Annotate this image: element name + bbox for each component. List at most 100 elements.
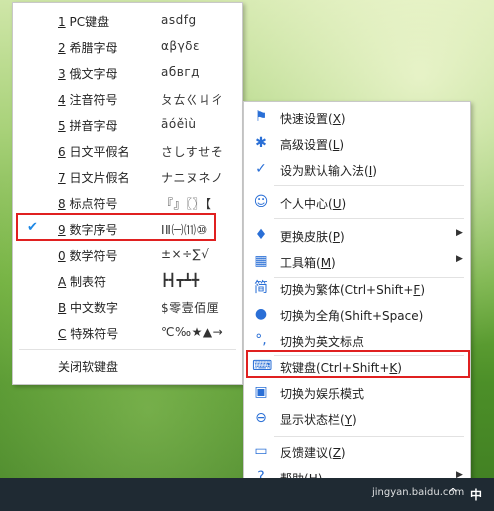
highlight-box-number-sequence <box>16 213 216 241</box>
kb-item-key: 8 <box>58 197 66 211</box>
kb-item-label: 希腊字母 <box>65 41 118 55</box>
kb-item-key: 2 <box>58 41 66 55</box>
menu-item-key: P <box>332 230 340 244</box>
kb-item-chinese-numbers[interactable]: B 中文数字 $零壹佰厘 <box>13 293 242 319</box>
flag-icon: ⚑ <box>254 109 268 125</box>
briefcase-icon: ▣ <box>254 384 268 400</box>
kb-item-sample: ±×÷∑√ <box>161 247 210 261</box>
kb-item-label: 标点符号 <box>65 197 118 211</box>
kb-item-hiragana[interactable]: 6 日文平假名 さしすせそ <box>13 137 242 163</box>
kb-item-zhuyin[interactable]: 4 注音符号 ㄆㄊㄍㄐㄔ <box>13 85 242 111</box>
menu-item-label: 设为默认输入法( <box>280 164 369 178</box>
kb-item-pinyin[interactable]: 5 拼音字母 āóěìù <box>13 111 242 137</box>
kb-item-sample: āóěìù <box>161 117 197 131</box>
kb-item-label: 拼音字母 <box>65 119 118 133</box>
kb-item-label: PC键盘 <box>65 15 110 29</box>
menu-item-entertainment-mode[interactable]: ▣ 切换为娱乐模式 <box>244 379 470 405</box>
menu-item-show-status-bar[interactable]: ⊖ 显示状态栏(Y) <box>244 405 470 431</box>
menu-item-personal-center[interactable]: ☺ 个人中心(U) <box>244 189 470 215</box>
menu-item-tail: ) <box>341 197 347 211</box>
kb-item-katakana[interactable]: 7 日文片假名 ナニヌネノ <box>13 163 242 189</box>
menu-item-label: 切换为娱乐模式 <box>280 387 365 401</box>
menu-item-tail: ) <box>331 256 336 270</box>
menu-item-tail: ) <box>420 283 426 297</box>
user-icon: ☺ <box>253 194 269 210</box>
menu-item-quick-settings[interactable]: ⚑ 快速设置(X) <box>244 104 470 130</box>
menu-item-label: 工具箱( <box>280 256 321 270</box>
menu-item-tail: ) <box>352 413 357 427</box>
kb-item-sample: $零壹佰厘 <box>161 301 220 315</box>
kb-item-punctuation[interactable]: 8 标点符号 『』〖〗【 <box>13 189 242 215</box>
menu-item-advanced-settings[interactable]: ✱ 高级设置(L) <box>244 130 470 156</box>
kb-item-label: 特殊符号 <box>66 327 119 341</box>
menu-item-toolbox[interactable]: ▦ 工具箱(M) ▶ <box>244 248 470 274</box>
soft-keyboard-menu: 1 PC键盘 asdfg 2 希腊字母 αβγδε 3 俄文字母 абвгд 4… <box>12 2 243 385</box>
ime-indicator[interactable]: 中 <box>470 486 482 503</box>
menu-item-tail: ) <box>340 446 346 460</box>
full-width-icon: ● <box>254 306 268 322</box>
menu-item-change-skin[interactable]: ♦ 更换皮肤(P) ▶ <box>244 222 470 248</box>
kb-item-sample: αβγδε <box>161 39 200 53</box>
menu-item-tail: ) <box>339 138 345 152</box>
kb-item-key: 5 <box>58 119 66 133</box>
menu-item-label: 切换为英文标点 <box>280 335 365 349</box>
menu-divider <box>274 436 464 437</box>
grid-icon: ▦ <box>254 253 268 269</box>
menu-item-feedback[interactable]: ▭ 反馈建议(Z) <box>244 438 470 464</box>
menu-item-switch-traditional[interactable]: 简 切换为繁体(Ctrl+Shift+F) <box>244 275 470 301</box>
kb-item-pc[interactable]: 1 PC键盘 asdfg <box>13 7 242 33</box>
menu-divider <box>274 185 464 186</box>
kb-item-sample: asdfg <box>161 13 197 27</box>
kb-item-key: 6 <box>58 145 66 159</box>
menu-item-tail: ) <box>372 164 377 178</box>
menu-item-label: 反馈建议( <box>280 446 333 460</box>
menu-item-tail: ) <box>340 112 346 126</box>
traditional-chinese-icon: 简 <box>254 280 268 296</box>
menu-item-label: 快速设置( <box>280 112 333 126</box>
menu-item-label: 个人中心( <box>280 197 333 211</box>
menu-item-key: M <box>320 256 332 270</box>
kb-item-label: 注音符号 <box>65 93 118 107</box>
kb-item-math[interactable]: 0 数学符号 ±×÷∑√ <box>13 241 242 267</box>
kb-item-key: A <box>58 275 67 289</box>
menu-item-key: Z <box>332 446 341 460</box>
kb-item-label: 中文数字 <box>66 301 119 315</box>
highlight-box-soft-keyboard <box>246 350 470 378</box>
kb-item-sample: абвгд <box>161 65 200 79</box>
menu-item-label: 高级设置( <box>280 138 333 152</box>
minus-circle-icon: ⊖ <box>255 410 267 426</box>
kb-item-key: B <box>58 301 67 315</box>
kb-item-key: 0 <box>58 249 66 263</box>
kb-item-label: 俄文字母 <box>65 67 118 81</box>
ime-context-menu: ⚑ 快速设置(X) ✱ 高级设置(L) ✓ 设为默认输入法(I) ☺ 个人中心(… <box>243 101 471 490</box>
kb-item-special-symbols[interactable]: C 特殊符号 ℃‰★▲→ <box>13 319 242 345</box>
kb-item-sample: ┣┫┳┻╋ <box>161 273 200 287</box>
menu-item-set-default-ime[interactable]: ✓ 设为默认输入法(I) <box>244 156 470 182</box>
kb-item-table-chars[interactable]: A 制表符 ┣┫┳┻╋ <box>13 267 242 293</box>
shirt-icon: ♦ <box>254 227 268 243</box>
kb-item-key: 4 <box>58 93 66 107</box>
menu-item-switch-full-width[interactable]: ● 切换为全角(Shift+Space) <box>244 301 470 327</box>
close-soft-keyboard-item[interactable]: 关闭软键盘 <box>58 358 118 375</box>
menu-divider <box>19 349 236 350</box>
kb-item-key: 7 <box>58 171 66 185</box>
kb-item-key: 1 <box>58 15 66 29</box>
watermark-url: jingyan.baidu.com <box>372 487 465 498</box>
kb-item-label: 数学符号 <box>65 249 118 263</box>
kb-item-key: 3 <box>58 67 66 81</box>
kb-item-sample: さしすせそ <box>161 145 224 159</box>
kb-item-sample: ℃‰★▲→ <box>161 325 224 339</box>
kb-item-greek[interactable]: 2 希腊字母 αβγδε <box>13 33 242 59</box>
menu-item-label: 切换为全角(Shift+Space) <box>280 309 424 323</box>
menu-divider <box>274 218 464 219</box>
menu-item-label: 显示状态栏( <box>280 413 345 427</box>
kb-item-sample: ㄆㄊㄍㄐㄔ <box>161 93 224 107</box>
punctuation-icon: °, <box>255 332 267 348</box>
submenu-arrow-icon: ▶ <box>456 254 463 264</box>
menu-item-tail: ) <box>339 230 345 244</box>
menu-item-key: Y <box>344 413 353 427</box>
check-circle-icon: ✓ <box>255 161 267 177</box>
kb-item-russian[interactable]: 3 俄文字母 абвгд <box>13 59 242 85</box>
kb-item-label: 制表符 <box>66 275 107 289</box>
menu-item-label: 更换皮肤( <box>280 230 333 244</box>
